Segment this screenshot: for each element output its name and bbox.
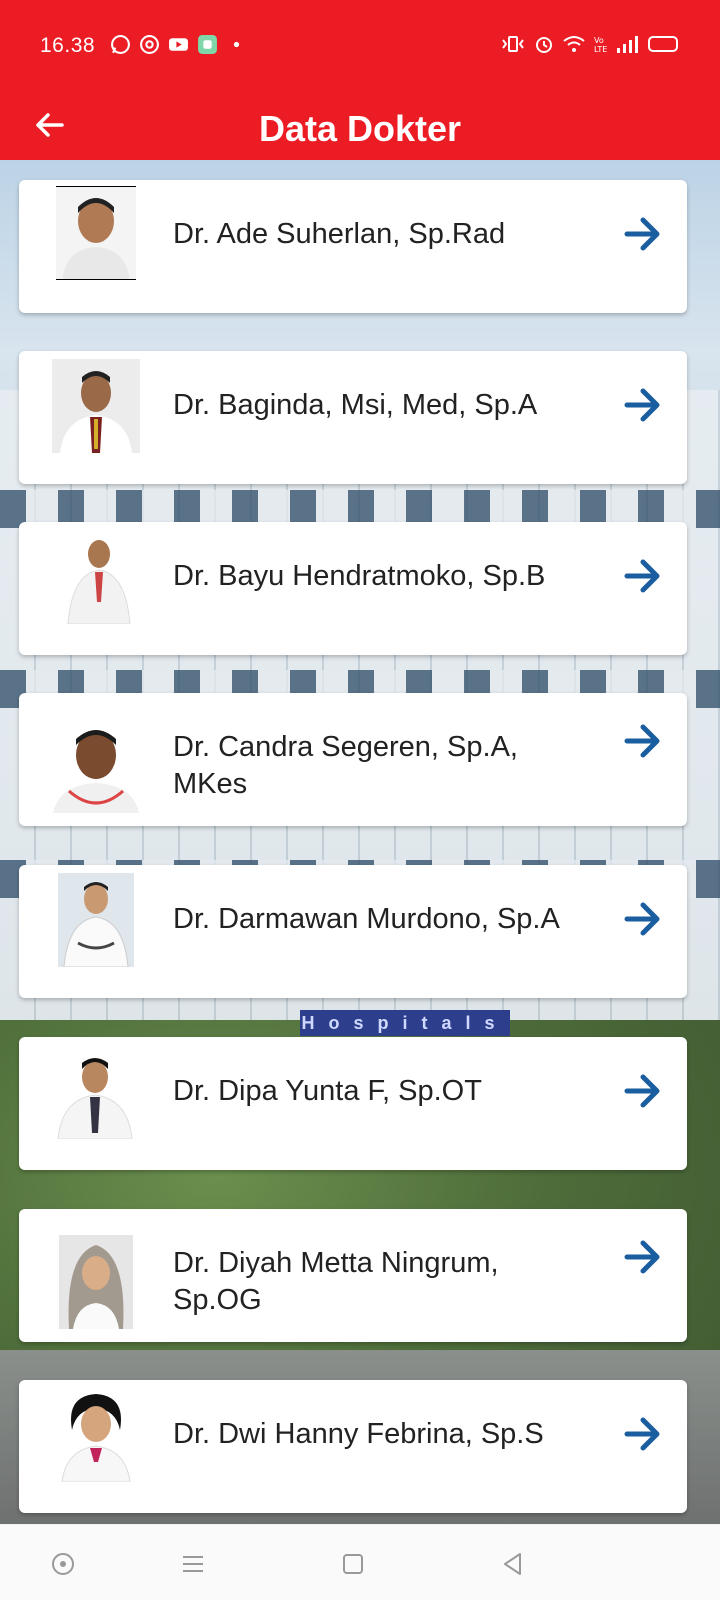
- system-navigation-bar: [0, 1524, 720, 1600]
- page-title: Data Dokter: [258, 108, 462, 149]
- arrow-right-icon[interactable]: [623, 385, 663, 425]
- doctor-name: Dr. Diyah Metta Ningrum, Sp.OG: [173, 1247, 499, 1316]
- doctor-card[interactable]: Dr. Bayu Hendratmoko, Sp.B: [19, 522, 687, 655]
- doctor-card[interactable]: Dr. Dwi Hanny Febrina, Sp.S: [19, 1380, 687, 1513]
- arrow-right-icon[interactable]: [623, 1071, 663, 1111]
- status-bar: 16.38 Vo LTE: [0, 0, 720, 90]
- more-dot-icon: [233, 41, 240, 48]
- circle-dot-icon[interactable]: [50, 1551, 76, 1577]
- doctor-photo: [56, 1390, 136, 1482]
- arrow-right-icon[interactable]: [623, 214, 663, 254]
- youtube-icon: [169, 38, 188, 51]
- doctor-name: Dr. Darmawan Murdono, Sp.A: [173, 903, 560, 935]
- doctor-photo: [49, 719, 143, 813]
- doctor-card[interactable]: Dr. Baginda, Msi, Med, Sp.A: [19, 351, 687, 484]
- doctor-photo: [58, 873, 134, 967]
- notification-icons: [110, 34, 247, 55]
- doctor-name: Dr. Baginda, Msi, Med, Sp.A: [173, 389, 538, 421]
- doctor-name: Dr. Ade Suherlan, Sp.Rad: [173, 218, 506, 250]
- doctor-name: Dr. Dwi Hanny Febrina, Sp.S: [173, 1418, 544, 1450]
- doctor-photo: [54, 1053, 136, 1139]
- system-icons: Vo LTE: [500, 34, 680, 54]
- doctor-name: Dr. Dipa Yunta F, Sp.OT: [173, 1075, 482, 1107]
- arrow-right-icon[interactable]: [623, 1237, 663, 1277]
- arrow-right-icon[interactable]: [623, 899, 663, 939]
- vibrate-icon: [502, 36, 524, 52]
- doctor-card[interactable]: Dr. Darmawan Murdono, Sp.A: [19, 865, 687, 998]
- doctor-card[interactable]: Dr. Diyah Metta Ningrum, Sp.OG: [19, 1209, 687, 1342]
- arrow-right-icon[interactable]: [623, 556, 663, 596]
- doctor-photo: [52, 359, 140, 453]
- wifi-icon: [563, 36, 585, 52]
- threads-icon: [140, 35, 159, 54]
- arrow-right-icon[interactable]: [623, 721, 663, 761]
- menu-icon[interactable]: [180, 1551, 206, 1577]
- arrow-right-icon[interactable]: [623, 1414, 663, 1454]
- app-bar: Data Dokter: [0, 90, 720, 160]
- triangle-back-icon[interactable]: [500, 1551, 526, 1577]
- whatsapp-icon: [111, 35, 130, 54]
- battery-icon: [648, 36, 678, 52]
- alarm-icon: [536, 37, 552, 53]
- volte-icon: VoLTE: [594, 36, 607, 54]
- doctor-card[interactable]: Dr. Ade Suherlan, Sp.Rad: [19, 180, 687, 313]
- square-icon[interactable]: [340, 1551, 366, 1577]
- doctor-card[interactable]: Dr. Dipa Yunta F, Sp.OT: [19, 1037, 687, 1170]
- doctor-name: Dr. Bayu Hendratmoko, Sp.B: [173, 560, 546, 592]
- doctor-photo: [64, 532, 134, 624]
- doctor-photo: [59, 1235, 133, 1329]
- svg-text:LTE: LTE: [594, 45, 607, 54]
- status-time: 16.38: [40, 34, 96, 57]
- doctor-photo: [56, 186, 136, 280]
- doctor-name: Dr. Candra Segeren, Sp.A, MKes: [173, 731, 518, 800]
- app-notification-icon: [198, 35, 217, 54]
- svg-text:Vo: Vo: [594, 36, 604, 45]
- doctor-list: Dr. Ade Suherlan, Sp.Rad Dr. Baginda, Ms…: [0, 160, 720, 1524]
- doctor-card[interactable]: Dr. Candra Segeren, Sp.A, MKes: [19, 693, 687, 826]
- signal-icon: [617, 36, 638, 53]
